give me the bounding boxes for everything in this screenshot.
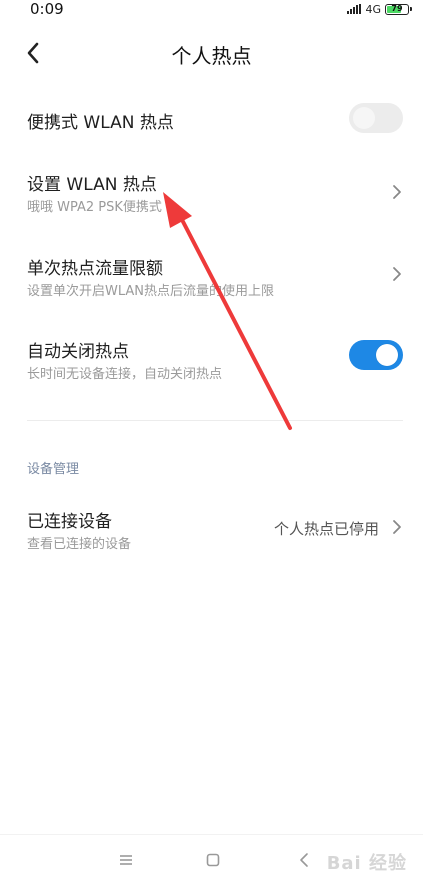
connected-devices-row[interactable]: 已连接设备 查看已连接的设备 个人热点已停用	[0, 504, 423, 560]
page-title: 个人热点	[171, 44, 252, 68]
divider	[27, 420, 403, 421]
network-label: 4G	[365, 2, 381, 16]
status-icons: 4G 79	[347, 2, 412, 16]
status-time: 0:09	[30, 0, 64, 18]
header: 个人热点	[0, 30, 423, 78]
home-icon	[206, 853, 220, 867]
menu-button[interactable]	[114, 848, 138, 872]
section-header: 设备管理	[27, 462, 80, 477]
status-bar: 0:09 4G 79	[0, 0, 423, 22]
battery-level: 79	[391, 4, 403, 13]
chevron-right-icon	[393, 520, 401, 534]
setup-hotspot-subtitle: 哦哦 WPA2 PSK便携式	[27, 200, 162, 215]
connected-devices-value: 个人热点已停用	[273, 520, 379, 538]
navigation-bar: Bai 经验	[0, 834, 423, 885]
auto-close-title: 自动关闭热点	[27, 342, 129, 362]
menu-icon	[120, 855, 132, 865]
signal-icon	[347, 4, 362, 14]
setup-hotspot-title: 设置 WLAN 热点	[27, 175, 157, 195]
chevron-right-icon	[393, 267, 401, 281]
toggle-knob	[376, 344, 398, 366]
back-nav-button[interactable]	[292, 848, 316, 872]
data-limit-title: 单次热点流量限额	[27, 259, 163, 279]
auto-close-subtitle: 长时间无设备连接，自动关闭热点	[27, 367, 223, 382]
auto-close-row[interactable]: 自动关闭热点 长时间无设备连接，自动关闭热点	[0, 334, 423, 390]
data-limit-subtitle: 设置单次开启WLAN热点后流量的使用上限	[27, 284, 275, 299]
auto-close-toggle[interactable]	[349, 340, 403, 370]
portable-hotspot-toggle[interactable]	[349, 103, 403, 133]
portable-hotspot-title: 便携式 WLAN 热点	[27, 113, 174, 133]
back-nav-icon	[300, 853, 308, 867]
toggle-knob	[353, 107, 375, 129]
portable-hotspot-row[interactable]: 便携式 WLAN 热点	[0, 98, 423, 144]
connected-devices-title: 已连接设备	[27, 512, 112, 532]
connected-devices-subtitle: 查看已连接的设备	[27, 537, 132, 552]
data-limit-row[interactable]: 单次热点流量限额 设置单次开启WLAN热点后流量的使用上限	[0, 250, 423, 306]
chevron-right-icon	[393, 185, 401, 199]
setup-hotspot-row[interactable]: 设置 WLAN 热点 哦哦 WPA2 PSK便携式	[0, 166, 423, 222]
home-button[interactable]	[201, 848, 225, 872]
battery-icon: 79	[385, 3, 412, 15]
watermark: Bai 经验	[326, 853, 407, 874]
